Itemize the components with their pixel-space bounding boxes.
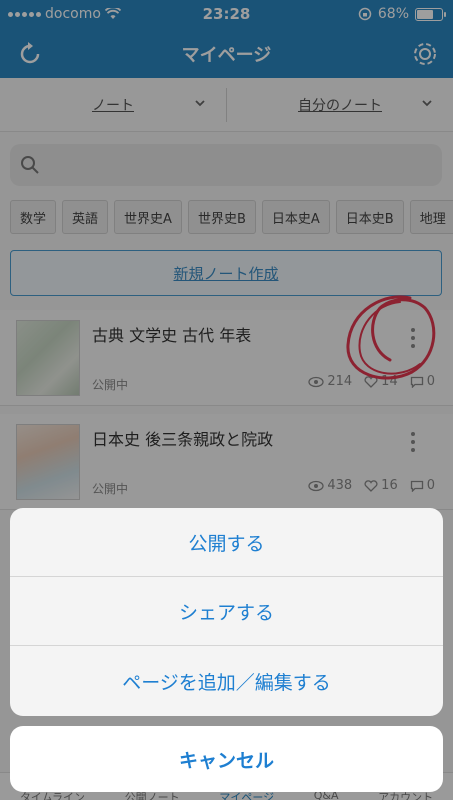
- action-sheet: 公開する シェアする ページを追加／編集する: [10, 508, 443, 716]
- cancel-button[interactable]: キャンセル: [10, 726, 443, 792]
- share-button[interactable]: シェアする: [10, 577, 443, 646]
- add-edit-page-button[interactable]: ページを追加／編集する: [10, 646, 443, 716]
- publish-button[interactable]: 公開する: [10, 508, 443, 577]
